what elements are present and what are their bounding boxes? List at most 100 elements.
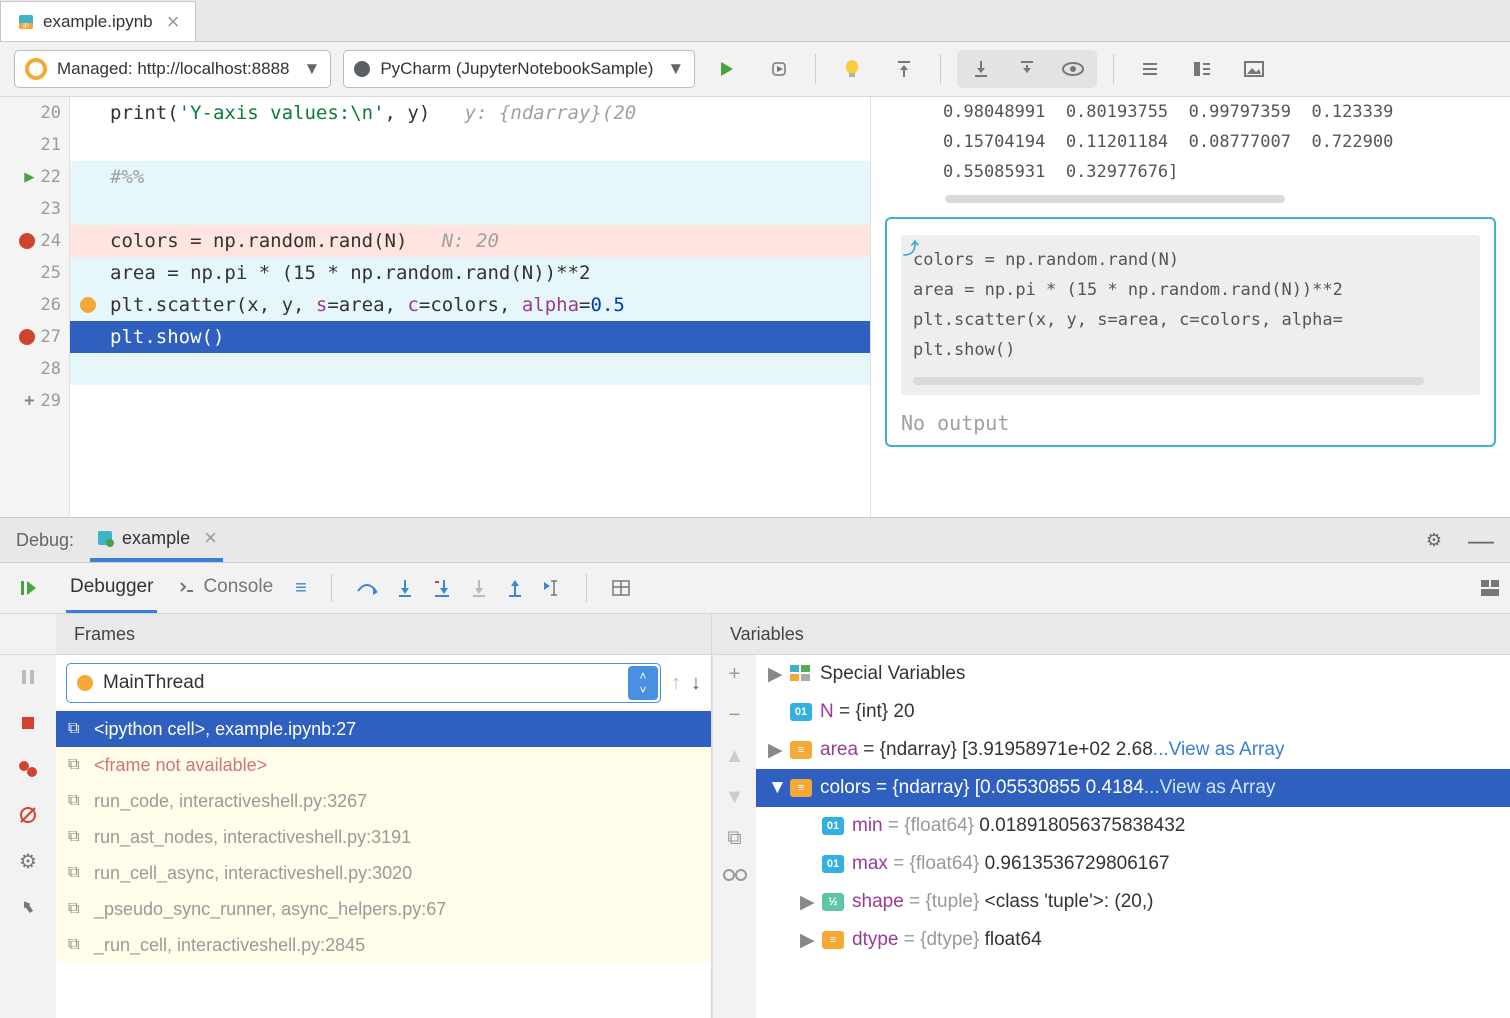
var-row[interactable]: ▶Special Variables (756, 655, 1510, 693)
frame-row[interactable]: ⧉run_cell_async, interactiveshell.py:302… (56, 855, 711, 891)
step-into-my-icon[interactable] (432, 578, 452, 598)
expand-icon[interactable]: ▶ (800, 929, 814, 952)
minimize-icon[interactable]: — (1468, 525, 1494, 556)
server-icon (25, 58, 47, 80)
collapse-icon[interactable]: ⤴ (903, 235, 919, 259)
resume-button[interactable] (18, 578, 38, 598)
down-icon[interactable]: ▼ (725, 786, 745, 809)
breakpoint-icon[interactable] (19, 233, 35, 249)
debug-tab-label: example (122, 528, 190, 549)
frame-row[interactable]: ⧉_pseudo_sync_runner, async_helpers.py:6… (56, 891, 711, 927)
pause-button[interactable] (14, 663, 42, 691)
collapse-icon[interactable]: ▼ (768, 777, 782, 799)
code-line: plt.show() (110, 326, 224, 348)
run-cell-gutter-icon[interactable]: ▶ (24, 167, 34, 187)
code-editor[interactable]: print('Y-axis values:\n', y) y: {ndarray… (70, 97, 870, 517)
var-row[interactable]: ▶≡area = {ndarray} [3.91958971e+02 2.68.… (756, 731, 1510, 769)
debug-toolbar: Debugger Console ≡ (0, 563, 1510, 613)
expand-icon[interactable]: ▶ (800, 891, 814, 914)
console-tab[interactable]: Console (175, 563, 277, 613)
run-cell-button[interactable] (707, 50, 747, 88)
variables-header: Variables (712, 614, 1510, 654)
next-frame-icon[interactable]: ↓ (691, 672, 701, 695)
array-badge: ≡ (790, 779, 812, 797)
move-down-button[interactable] (961, 50, 1001, 88)
server-dropdown[interactable]: Managed: http://localhost:8888 ▼ (14, 50, 331, 88)
frame-icon: ⧉ (68, 864, 86, 882)
stop-button[interactable] (14, 709, 42, 737)
file-tabs: IP example.ipynb × (0, 0, 1510, 42)
mute-breakpoints-button[interactable] (14, 801, 42, 829)
close-icon[interactable]: × (204, 525, 217, 551)
frame-row[interactable]: ⧉<ipython cell>, example.ipynb:27 (56, 711, 711, 747)
frame-row[interactable]: ⧉_run_cell, interactiveshell.py:2845 (56, 927, 711, 963)
settings-icon[interactable]: ⚙ (1426, 530, 1442, 551)
up-arrow-button[interactable] (1007, 50, 1047, 88)
kernel-dropdown[interactable]: PyCharm (JupyterNotebookSample) ▼ (343, 50, 695, 88)
frame-icon: ⧉ (68, 936, 86, 954)
force-step-icon[interactable] (470, 578, 488, 598)
lightbulb-button[interactable] (832, 50, 872, 88)
line-num: 27 (41, 327, 61, 347)
breakpoint-icon[interactable] (19, 329, 35, 345)
settings-button[interactable]: ⚙ (14, 847, 42, 875)
run-to-cursor-icon[interactable] (542, 578, 562, 598)
var-row[interactable]: ▶½shape = {tuple} <class 'tuple'>: (20,) (756, 883, 1510, 921)
frame-row[interactable]: ⧉run_code, interactiveshell.py:3267 (56, 783, 711, 819)
add-cell-icon[interactable]: + (24, 391, 34, 411)
var-row[interactable]: 01max = {float64} 0.9613536729806167 (756, 845, 1510, 883)
outline-button[interactable] (1182, 50, 1222, 88)
scrollbar[interactable] (913, 377, 1424, 385)
output-preview: 0.98048991 0.80193755 0.99797359 0.12333… (870, 97, 1510, 517)
copy-icon[interactable]: ⧉ (727, 827, 741, 850)
code-line: area = np.pi * (15 * np.random.rand(N))*… (110, 262, 590, 284)
list-view-button[interactable] (1130, 50, 1170, 88)
remove-watch-icon[interactable]: − (729, 704, 741, 727)
frames-header: Frames (56, 614, 712, 654)
thread-select[interactable]: MainThread ˄˅ (66, 663, 661, 703)
close-icon[interactable]: × (167, 9, 180, 35)
file-tab-example[interactable]: IP example.ipynb × (0, 1, 196, 41)
frame-icon: ⧉ (68, 792, 86, 810)
expand-icon[interactable]: ▶ (768, 739, 782, 762)
debug-cell-button[interactable] (759, 50, 799, 88)
step-out-icon[interactable] (506, 578, 524, 598)
image-button[interactable] (1234, 50, 1274, 88)
view-breakpoints-button[interactable] (14, 755, 42, 783)
step-over-icon[interactable] (356, 579, 378, 597)
preview-button[interactable] (1053, 50, 1093, 88)
var-row[interactable]: ▼≡colors = {ndarray} [0.05530855 0.4184.… (756, 769, 1510, 807)
line-num: 25 (41, 263, 61, 283)
console-icon (179, 580, 195, 594)
frame-row[interactable]: ⧉<frame not available> (56, 747, 711, 783)
prev-frame-icon[interactable]: ↑ (671, 672, 681, 695)
view-as-array-link[interactable]: ...View as Array (1153, 739, 1285, 760)
var-row[interactable]: 01N = {int} 20 (756, 693, 1510, 731)
preview-cell[interactable]: ⤴ colors = np.random.rand(N) area = np.p… (885, 217, 1496, 447)
view-as-array-link[interactable]: ...View as Array (1144, 777, 1276, 798)
glasses-icon[interactable] (723, 868, 747, 882)
debug-config-tab[interactable]: example × (90, 518, 223, 562)
execution-marker-icon (80, 297, 96, 313)
frame-icon: ⧉ (68, 720, 86, 738)
var-row[interactable]: 01min = {float64} 0.018918056375838432 (756, 807, 1510, 845)
add-watch-icon[interactable]: + (729, 663, 741, 686)
expand-icon[interactable]: ▶ (768, 663, 782, 686)
move-up-button[interactable] (884, 50, 924, 88)
step-into-icon[interactable] (396, 578, 414, 598)
line-num: 22 (41, 167, 61, 187)
variables-toolbar: + − ▲ ▼ ⧉ (712, 655, 756, 1018)
layout-icon[interactable] (1480, 579, 1500, 597)
thread-stepper[interactable]: ˄˅ (628, 666, 658, 700)
up-icon[interactable]: ▲ (725, 745, 745, 768)
threads-icon[interactable]: ≡ (295, 577, 307, 600)
notebook-icon: IP (17, 13, 35, 31)
pin-button[interactable] (14, 893, 42, 921)
frame-row[interactable]: ⧉run_ast_nodes, interactiveshell.py:3191 (56, 819, 711, 855)
scrollbar[interactable] (945, 195, 1285, 203)
variables-panel: ▶Special Variables 01N = {int} 20 ▶≡area… (756, 655, 1510, 1018)
evaluate-icon[interactable] (611, 579, 631, 597)
debugger-tab[interactable]: Debugger (66, 563, 157, 613)
debug-panels: ⚙ MainThread ˄˅ ↑ ↓ ⧉<ipython cell>, exa… (0, 655, 1510, 1018)
var-row[interactable]: ▶≡dtype = {dtype} float64 (756, 921, 1510, 959)
